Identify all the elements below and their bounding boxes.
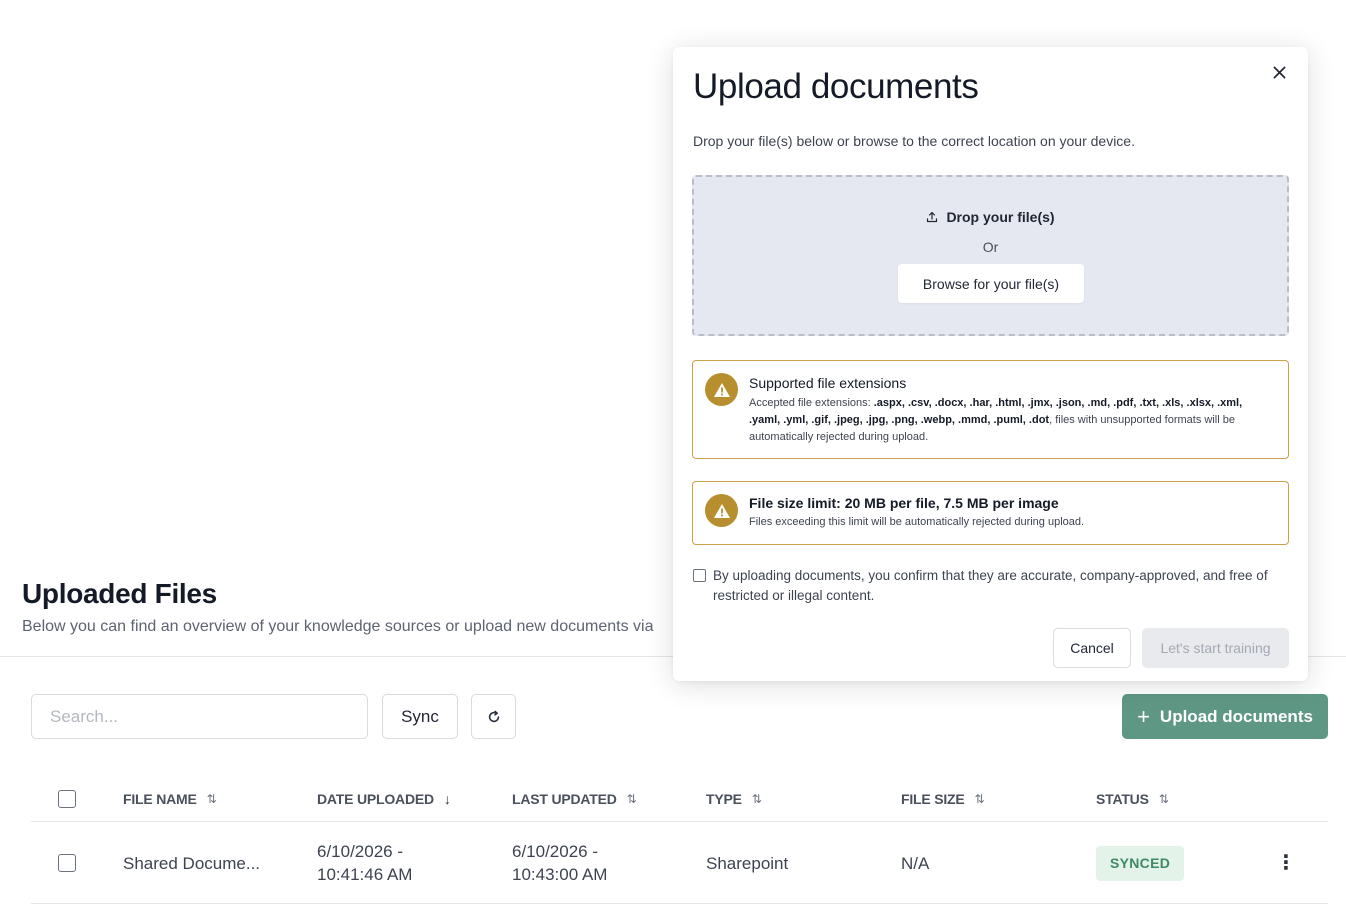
sort-icon: ⇅ — [626, 792, 637, 806]
consent-text: By uploading documents, you confirm that… — [713, 568, 1268, 603]
supported-extensions-warning: Supported file extensions Accepted file … — [692, 360, 1289, 459]
toolbar: Sync + Upload documents — [31, 694, 1328, 740]
refresh-button[interactable] — [471, 694, 516, 739]
sort-icon: ⇅ — [1158, 792, 1169, 806]
warning-content: File size limit: 20 MB per file, 7.5 MB … — [749, 494, 1266, 531]
file-dropzone[interactable]: Drop your file(s) Or Browse for your fil… — [692, 175, 1289, 336]
row-checkbox[interactable] — [58, 854, 76, 872]
modal-title: Upload documents — [693, 67, 979, 106]
date-uploaded-date: 6/10/2026 - — [317, 842, 404, 861]
date-uploaded-time: 10:41:46 AM — [317, 865, 413, 884]
page-subtitle: Below you can find an overview of your k… — [22, 618, 654, 635]
consent-checkbox[interactable] — [693, 569, 706, 582]
column-header-last-updated[interactable]: LAST UPDATED ⇅ — [512, 776, 637, 822]
warning-title: File size limit: 20 MB per file, 7.5 MB … — [749, 495, 1059, 511]
select-all-checkbox[interactable] — [58, 790, 76, 808]
close-icon — [1273, 66, 1285, 78]
cancel-button[interactable]: Cancel — [1053, 628, 1131, 668]
column-label: FILE NAME — [123, 791, 197, 807]
file-name-cell[interactable]: Shared Docume... — [123, 822, 260, 904]
select-all-cell — [58, 776, 76, 822]
column-header-file-size[interactable]: FILE SIZE ⇅ — [901, 776, 985, 822]
search-input[interactable] — [31, 694, 368, 739]
consent-row: By uploading documents, you confirm that… — [693, 566, 1293, 606]
plus-icon: + — [1137, 703, 1150, 729]
column-header-status[interactable]: STATUS ⇅ — [1096, 776, 1169, 822]
extensions-prefix: Accepted file extensions: — [749, 397, 874, 409]
last-updated-time: 10:43:00 AM — [512, 865, 608, 884]
column-header-type[interactable]: TYPE ⇅ — [706, 776, 762, 822]
warning-icon — [705, 494, 738, 527]
drop-label-text: Drop your file(s) — [946, 209, 1055, 225]
row-select-cell — [58, 822, 76, 904]
type-cell: Sharepoint — [706, 853, 789, 873]
files-table: FILE NAME ⇅ DATE UPLOADED ↓ LAST UPDATED… — [31, 776, 1328, 904]
column-label: DATE UPLOADED — [317, 791, 434, 807]
drop-label: Drop your file(s) — [694, 209, 1287, 225]
last-updated-date: 6/10/2026 - — [512, 842, 599, 861]
upload-documents-modal: Upload documents Drop your file(s) below… — [673, 47, 1308, 681]
column-header-file-name[interactable]: FILE NAME ⇅ — [123, 776, 217, 822]
page-header: Uploaded Files Below you can find an ove… — [22, 576, 722, 636]
warning-text: Files exceeding this limit will be autom… — [749, 516, 1085, 528]
table-row[interactable]: Shared Docume... 6/10/2026 - 10:41:46 AM… — [31, 822, 1328, 904]
upload-icon — [927, 211, 938, 223]
column-label: TYPE — [706, 791, 742, 807]
warning-text: Accepted file extensions: .aspx, .csv, .… — [749, 395, 1266, 446]
date-uploaded-cell: 6/10/2026 - 10:41:46 AM — [317, 822, 412, 904]
status-cell: SYNCED — [1096, 822, 1185, 904]
row-actions-button[interactable]: ⋮ — [1276, 822, 1296, 904]
column-label: LAST UPDATED — [512, 791, 617, 807]
sort-descending-icon: ↓ — [443, 791, 451, 807]
sort-icon: ⇅ — [974, 792, 985, 806]
upload-documents-button[interactable]: + Upload documents — [1122, 694, 1328, 739]
column-label: FILE SIZE — [901, 791, 965, 807]
kebab-menu-icon: ⋮ — [1276, 851, 1296, 874]
status-badge: SYNCED — [1096, 845, 1185, 881]
upload-documents-label: Upload documents — [1159, 706, 1313, 726]
sync-button[interactable]: Sync — [382, 694, 458, 739]
warning-title: Supported file extensions — [749, 375, 907, 391]
warning-icon — [705, 373, 738, 406]
warning-content: Supported file extensions Accepted file … — [749, 374, 1266, 446]
sort-icon: ⇅ — [751, 792, 762, 806]
table-header: FILE NAME ⇅ DATE UPLOADED ↓ LAST UPDATED… — [31, 776, 1328, 822]
last-updated-cell: 6/10/2026 - 10:43:00 AM — [512, 822, 607, 904]
close-button[interactable] — [1266, 59, 1292, 85]
page-title: Uploaded Files — [22, 578, 217, 609]
modal-description: Drop your file(s) below or browse to the… — [693, 133, 1135, 149]
file-size-warning: File size limit: 20 MB per file, 7.5 MB … — [692, 481, 1289, 545]
browse-files-button[interactable]: Browse for your file(s) — [898, 264, 1084, 303]
column-header-date-uploaded[interactable]: DATE UPLOADED ↓ — [317, 776, 451, 822]
column-label: STATUS — [1096, 791, 1149, 807]
drop-or-text: Or — [982, 239, 999, 255]
sort-icon: ⇅ — [206, 792, 217, 806]
file-size-cell: N/A — [901, 853, 930, 873]
start-training-button[interactable]: Let's start training — [1142, 628, 1289, 668]
refresh-icon — [488, 710, 499, 722]
